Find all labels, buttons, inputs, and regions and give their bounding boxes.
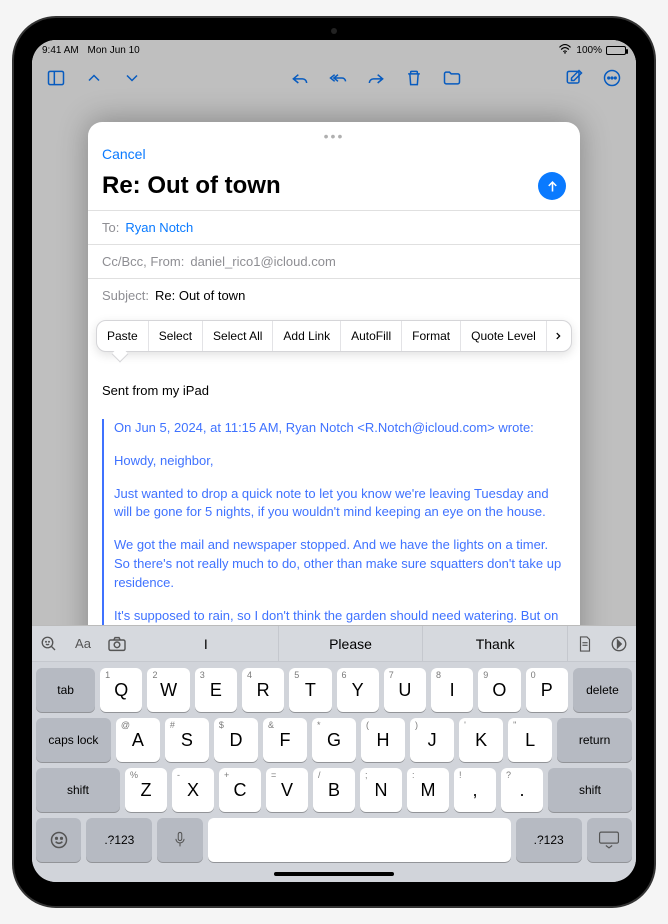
key-c[interactable]: C+ xyxy=(219,768,261,812)
key-period[interactable]: .? xyxy=(501,768,543,812)
autofill-icon[interactable] xyxy=(602,635,636,653)
key-i[interactable]: I8 xyxy=(431,668,473,712)
key-w[interactable]: W2 xyxy=(147,668,189,712)
camera-icon[interactable] xyxy=(100,636,134,652)
suggestion-2[interactable]: Please xyxy=(279,626,424,661)
key-shift-right[interactable]: shift xyxy=(548,768,632,812)
key-v[interactable]: V= xyxy=(266,768,308,812)
key-p[interactable]: P0 xyxy=(526,668,568,712)
compose-title: Re: Out of town xyxy=(102,172,281,200)
key-s[interactable]: S# xyxy=(165,718,209,762)
emoji-search-icon[interactable] xyxy=(32,635,66,653)
key-n[interactable]: N; xyxy=(360,768,402,812)
menu-select-all[interactable]: Select All xyxy=(203,321,273,351)
key-h[interactable]: H( xyxy=(361,718,405,762)
cancel-button[interactable]: Cancel xyxy=(102,146,146,162)
quoted-reply: On Jun 5, 2024, at 11:15 AM, Ryan Notch … xyxy=(102,419,566,645)
key-l[interactable]: L" xyxy=(508,718,552,762)
subject-field[interactable]: Subject: Re: Out of town xyxy=(88,278,580,312)
key-dictate[interactable] xyxy=(157,818,202,862)
key-numsym-left[interactable]: .?123 xyxy=(86,818,152,862)
menu-autofill[interactable]: AutoFill xyxy=(341,321,402,351)
menu-select[interactable]: Select xyxy=(149,321,203,351)
key-delete[interactable]: delete xyxy=(573,668,632,712)
signature: Sent from my iPad xyxy=(102,382,566,401)
key-dismiss[interactable] xyxy=(587,818,632,862)
menu-more-icon[interactable] xyxy=(547,321,569,351)
key-capslock[interactable]: caps lock xyxy=(36,718,111,762)
key-j[interactable]: J) xyxy=(410,718,454,762)
key-z[interactable]: Z% xyxy=(125,768,167,812)
key-shift-left[interactable]: shift xyxy=(36,768,120,812)
key-g[interactable]: G* xyxy=(312,718,356,762)
key-u[interactable]: U7 xyxy=(384,668,426,712)
key-numsym-right[interactable]: .?123 xyxy=(516,818,582,862)
key-a[interactable]: A@ xyxy=(116,718,160,762)
menu-format[interactable]: Format xyxy=(402,321,461,351)
key-space[interactable] xyxy=(208,818,511,862)
from-address: daniel_rico1@icloud.com xyxy=(190,254,335,269)
quote-p3: We got the mail and newspaper stopped. A… xyxy=(114,536,566,593)
suggestion-3[interactable]: Thank xyxy=(423,626,568,661)
key-t[interactable]: T5 xyxy=(289,668,331,712)
quote-p2: Just wanted to drop a quick note to let … xyxy=(114,485,566,523)
text-format[interactable]: Aa xyxy=(66,636,100,651)
subject-value: Re: Out of town xyxy=(155,288,245,303)
key-emoji[interactable] xyxy=(36,818,81,862)
keyboard: Aa I Please Thank tab Q1W2E3R4T5Y6U7I8O9… xyxy=(32,625,636,882)
to-label: To: xyxy=(102,220,119,235)
menu-quote-level[interactable]: Quote Level xyxy=(461,321,547,351)
key-tab[interactable]: tab xyxy=(36,668,95,712)
ccbcc-field[interactable]: Cc/Bcc, From: daniel_rico1@icloud.com xyxy=(88,244,580,278)
key-x[interactable]: X- xyxy=(172,768,214,812)
quote-p1: Howdy, neighbor, xyxy=(114,452,566,471)
key-r[interactable]: R4 xyxy=(242,668,284,712)
edit-menu: Paste Select Select All Add Link AutoFil… xyxy=(96,320,572,352)
send-button[interactable] xyxy=(538,172,566,200)
to-recipient[interactable]: Ryan Notch xyxy=(125,220,193,235)
key-k[interactable]: K' xyxy=(459,718,503,762)
key-y[interactable]: Y6 xyxy=(337,668,379,712)
suggestion-bar: Aa I Please Thank xyxy=(32,626,636,662)
to-field[interactable]: To: Ryan Notch xyxy=(88,210,580,244)
key-b[interactable]: B/ xyxy=(313,768,355,812)
key-q[interactable]: Q1 xyxy=(100,668,142,712)
sheet-grabber-icon[interactable]: ••• xyxy=(88,122,580,146)
ccbcc-label: Cc/Bcc, From: xyxy=(102,254,184,269)
home-indicator[interactable] xyxy=(274,872,394,876)
key-return[interactable]: return xyxy=(557,718,632,762)
quote-header: On Jun 5, 2024, at 11:15 AM, Ryan Notch … xyxy=(114,419,566,438)
key-f[interactable]: F& xyxy=(263,718,307,762)
key-comma[interactable]: ,! xyxy=(454,768,496,812)
key-o[interactable]: O9 xyxy=(478,668,520,712)
key-e[interactable]: E3 xyxy=(195,668,237,712)
scan-doc-icon[interactable] xyxy=(568,635,602,653)
menu-paste[interactable]: Paste xyxy=(97,321,149,351)
menu-add-link[interactable]: Add Link xyxy=(273,321,341,351)
suggestion-1[interactable]: I xyxy=(134,626,279,661)
key-m[interactable]: M: xyxy=(407,768,449,812)
key-d[interactable]: D$ xyxy=(214,718,258,762)
subject-label: Subject: xyxy=(102,288,149,303)
